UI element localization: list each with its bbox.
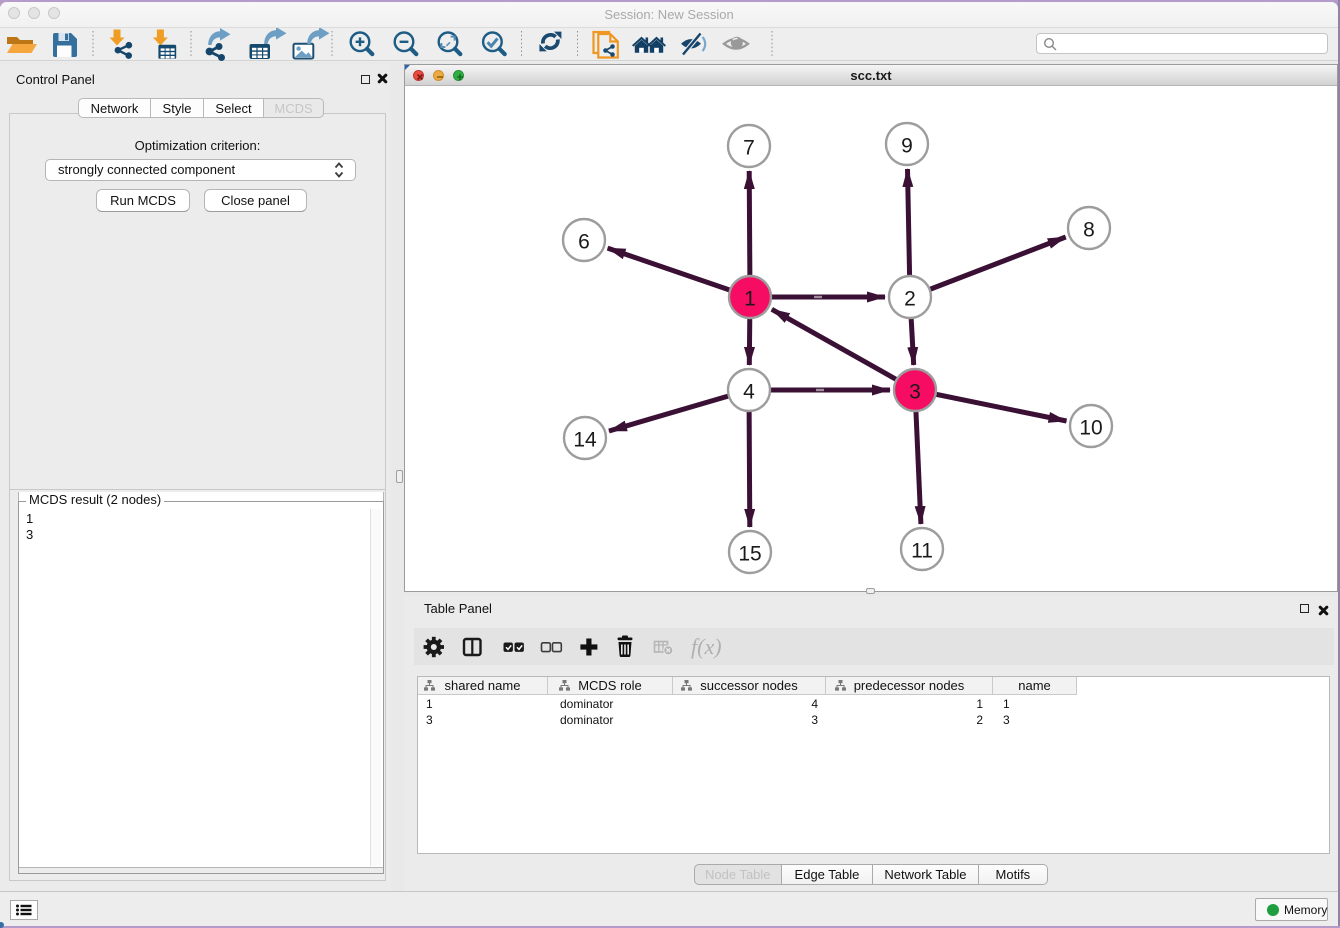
svg-text:7: 7	[743, 137, 755, 160]
svg-text:6: 6	[578, 231, 590, 254]
svg-text:9: 9	[901, 135, 913, 158]
svg-text:14: 14	[573, 429, 597, 452]
svg-text:1: 1	[744, 288, 756, 311]
svg-text:8: 8	[1083, 219, 1095, 242]
svg-text:4: 4	[743, 381, 755, 404]
svg-text:10: 10	[1079, 417, 1102, 440]
svg-text:3: 3	[909, 381, 921, 404]
svg-text:2: 2	[904, 288, 916, 311]
svg-text:15: 15	[738, 543, 761, 566]
svg-text:11: 11	[911, 540, 933, 563]
svg-text:f(x): f(x)	[691, 634, 722, 659]
